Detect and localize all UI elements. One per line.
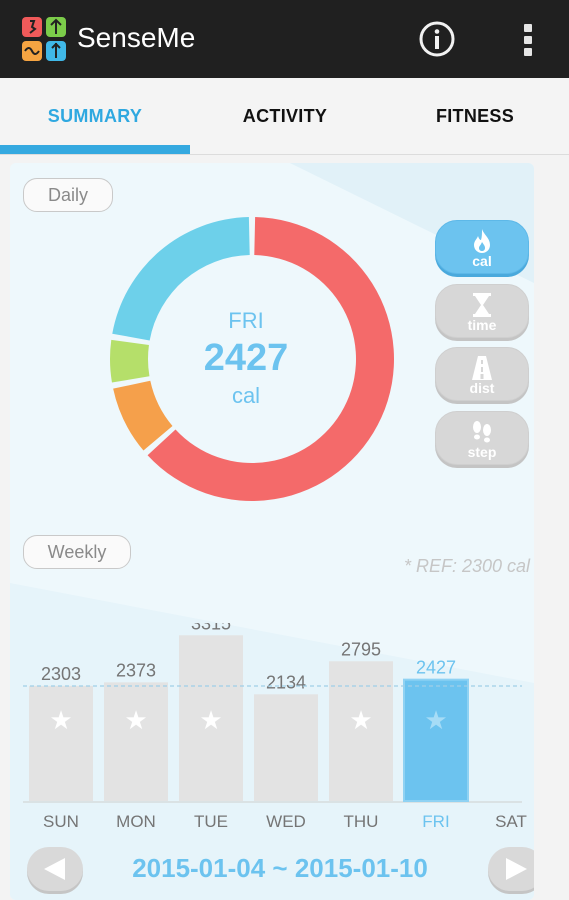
- day-label-fri: FRI: [422, 812, 449, 831]
- bar-value-label-sun: 2303: [41, 664, 81, 684]
- bar-value-label-fri: 2427: [416, 658, 456, 678]
- day-label-tue: TUE: [194, 812, 228, 831]
- donut-segment-1: [113, 380, 173, 451]
- app-logo-icon: [22, 17, 66, 61]
- overflow-dot: [524, 24, 532, 32]
- metric-time-label: time: [467, 317, 497, 333]
- info-icon: [419, 21, 455, 57]
- arrow-left-icon: [44, 858, 65, 880]
- next-week-button[interactable]: [488, 847, 534, 891]
- weekly-pill[interactable]: Weekly: [23, 535, 131, 569]
- bar-value-label-thu: 2795: [341, 639, 381, 659]
- bar-fri[interactable]: [403, 678, 469, 802]
- tab-indicator: [0, 145, 190, 154]
- star-icon: ★: [124, 706, 147, 736]
- arrow-right-icon: [506, 858, 527, 880]
- metric-dist-label: dist: [469, 380, 495, 396]
- bar-value-label-tue: 3315: [191, 623, 231, 633]
- metric-cal-button[interactable]: cal: [435, 220, 529, 274]
- metric-step-button[interactable]: step: [435, 411, 529, 465]
- footprints-icon: [473, 421, 491, 443]
- donut-segment-2: [110, 339, 150, 383]
- hourglass-icon: [473, 293, 491, 317]
- bar-value-label-wed: 2134: [266, 672, 306, 692]
- star-icon: ★: [424, 706, 447, 736]
- weekly-bar-chart: 2303 ★ SUN 2373 ★ MON 3315 ★ TUE 2134 WED 2795 ★ THU 2…: [23, 623, 527, 831]
- day-label-thu: THU: [344, 812, 379, 831]
- overflow-dot: [524, 36, 532, 44]
- bar-value-label-mon: 2373: [116, 660, 156, 680]
- overflow-menu-button[interactable]: [510, 18, 546, 60]
- previous-week-button[interactable]: [27, 847, 83, 891]
- metric-dist-button[interactable]: dist: [435, 347, 529, 401]
- date-range-label: 2015-01-04 ~ 2015-01-10: [132, 853, 428, 883]
- bar-mon[interactable]: [104, 682, 168, 801]
- tab-activity[interactable]: ACTIVITY: [190, 78, 380, 154]
- app-title: SenseMe: [77, 22, 196, 53]
- road-icon: [472, 356, 492, 380]
- tab-bar: SUMMARY ACTIVITY FITNESS: [0, 78, 569, 155]
- overflow-dot: [524, 48, 532, 56]
- info-button[interactable]: [418, 20, 456, 58]
- bar-wed[interactable]: [254, 694, 318, 801]
- day-label-mon: MON: [116, 812, 156, 831]
- summary-panel: Daily FRI 2427 cal cal time dist step We…: [10, 163, 534, 900]
- metric-step-label: step: [467, 444, 497, 460]
- donut-total-value: 2427: [203, 337, 289, 379]
- daily-pill[interactable]: Daily: [23, 178, 113, 212]
- bar-sun[interactable]: [29, 685, 93, 801]
- day-label-sat: SAT: [495, 812, 527, 831]
- donut-day-label: FRI: [228, 308, 264, 333]
- metric-time-button[interactable]: time: [435, 284, 529, 338]
- tab-fitness[interactable]: FITNESS: [380, 78, 569, 154]
- metric-cal-label: cal: [472, 253, 492, 269]
- reference-note: * REF: 2300 cal: [403, 556, 530, 576]
- tab-summary[interactable]: SUMMARY: [0, 78, 190, 154]
- star-icon: ★: [199, 706, 222, 736]
- star-icon: ★: [349, 706, 372, 736]
- action-bar: SenseMe: [0, 0, 569, 78]
- flame-icon: [474, 229, 490, 253]
- star-icon: ★: [49, 706, 72, 736]
- day-label-wed: WED: [266, 812, 306, 831]
- donut-unit-label: cal: [231, 383, 261, 408]
- day-label-sun: SUN: [43, 812, 79, 831]
